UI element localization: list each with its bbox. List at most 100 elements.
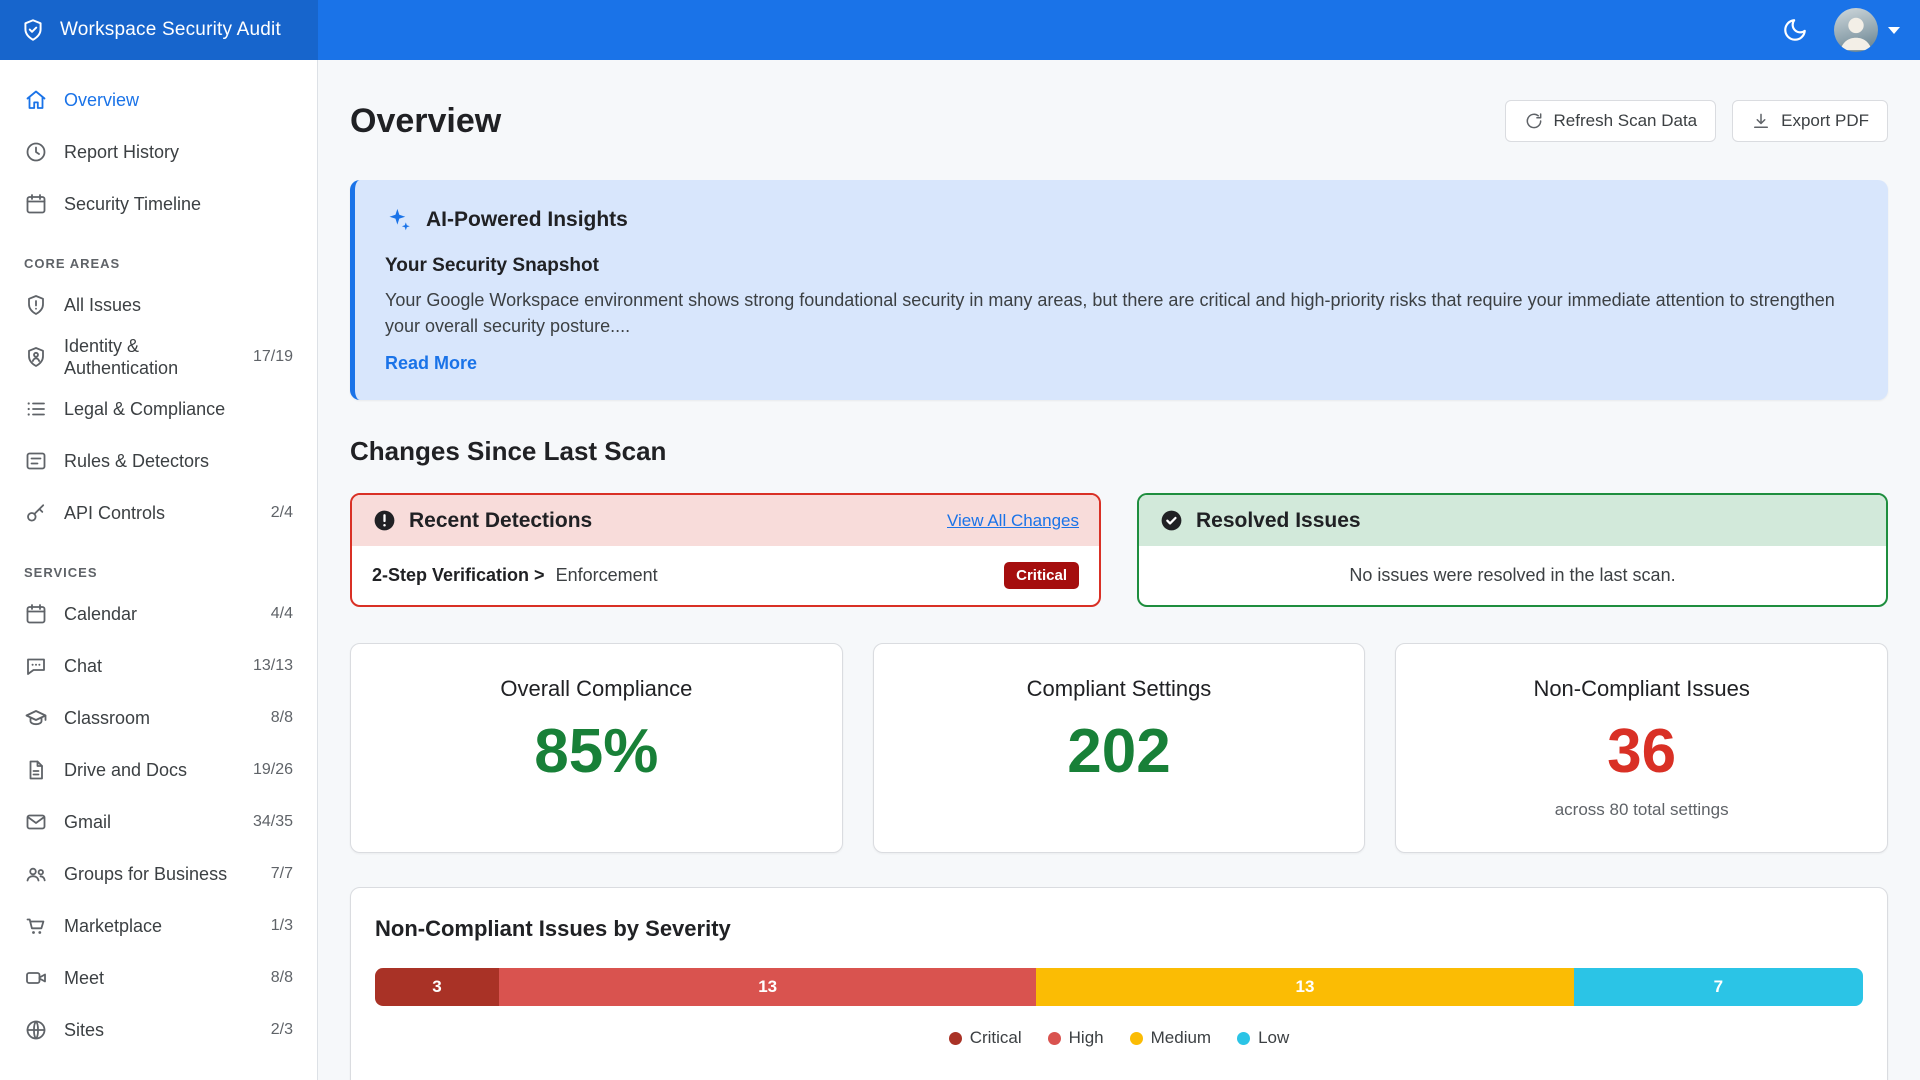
sidebar-item-gmail[interactable]: Gmail 34/35: [0, 796, 317, 848]
severity-segment-critical: 3: [375, 968, 499, 1006]
sidebar-item-label: Legal & Compliance: [64, 398, 293, 421]
app-brand: Workspace Security Audit: [0, 0, 318, 60]
page-title: Overview: [350, 102, 501, 141]
export-pdf-button[interactable]: Export PDF: [1732, 100, 1888, 142]
user-menu[interactable]: [1834, 8, 1900, 52]
sidebar-item-calendar[interactable]: Calendar 4/4: [0, 588, 317, 640]
main-content: Overview Refresh Scan Data Export PDF AI…: [318, 60, 1920, 1080]
view-all-changes-link[interactable]: View All Changes: [947, 511, 1079, 531]
legend-dot-low: [1237, 1032, 1250, 1045]
app-header: Workspace Security Audit: [0, 0, 1920, 60]
sidebar-item-legal-compliance[interactable]: Legal & Compliance: [0, 383, 317, 435]
avatar[interactable]: [1834, 8, 1878, 52]
legend-item-low: Low: [1237, 1028, 1289, 1048]
envelope-icon: [24, 810, 48, 834]
shopping-cart-icon: [24, 914, 48, 938]
read-more-link[interactable]: Read More: [385, 353, 477, 374]
stat-title: Compliant Settings: [898, 676, 1341, 702]
sidebar-item-label: Groups for Business: [64, 863, 255, 886]
home-icon: [24, 88, 48, 112]
sidebar-item-label: Gmail: [64, 811, 237, 834]
chat-bubble-icon: [24, 654, 48, 678]
critical-severity-badge: Critical: [1004, 562, 1079, 589]
legend-item-medium: Medium: [1130, 1028, 1211, 1048]
sidebar-item-count: 8/8: [271, 969, 293, 987]
clock-icon: [24, 140, 48, 164]
sidebar-item-api-controls[interactable]: API Controls 2/4: [0, 487, 317, 539]
detection-row[interactable]: 2-Step Verification > Enforcement Critic…: [352, 546, 1099, 605]
resolved-issues-title: Resolved Issues: [1196, 509, 1361, 533]
sidebar-item-all-issues[interactable]: All Issues: [0, 279, 317, 331]
sidebar-item-groups[interactable]: Groups for Business 7/7: [0, 848, 317, 900]
list-icon: [24, 397, 48, 421]
export-pdf-label: Export PDF: [1781, 111, 1869, 131]
app-title: Workspace Security Audit: [60, 19, 281, 41]
calendar-icon: [24, 192, 48, 216]
sidebar-item-count: 1/3: [271, 917, 293, 935]
detection-setting: 2-Step Verification >: [372, 565, 545, 585]
sparkle-icon: [385, 206, 412, 233]
sidebar-item-label: Sites: [64, 1019, 255, 1042]
sidebar-item-count: 13/13: [253, 657, 293, 675]
shield-logo-icon: [20, 17, 46, 43]
sidebar-item-drive-docs[interactable]: Drive and Docs 19/26: [0, 744, 317, 796]
header-right: [1782, 0, 1920, 60]
legend-dot-critical: [949, 1032, 962, 1045]
sidebar: Overview Report History Security Timelin…: [0, 60, 318, 1080]
ai-insights-card: AI-Powered Insights Your Security Snapsh…: [350, 180, 1888, 400]
ai-insights-body: Your Google Workspace environment shows …: [385, 287, 1858, 339]
resolved-issues-header: Resolved Issues: [1139, 495, 1886, 546]
sidebar-item-label: Report History: [64, 141, 293, 164]
rules-card-icon: [24, 449, 48, 473]
sidebar-section-core-areas: CORE AREAS: [24, 256, 293, 271]
header-spacer: [318, 0, 1782, 60]
sidebar-item-rules-detectors[interactable]: Rules & Detectors: [0, 435, 317, 487]
sidebar-item-overview[interactable]: Overview: [0, 74, 317, 126]
severity-chart-card: Non-Compliant Issues by Severity 313137 …: [350, 887, 1888, 1080]
sidebar-item-chat[interactable]: Chat 13/13: [0, 640, 317, 692]
recent-detections-header: Recent Detections View All Changes: [352, 495, 1099, 546]
ai-insights-header: AI-Powered Insights: [385, 206, 1858, 233]
recent-detections-title: Recent Detections: [409, 509, 592, 533]
sidebar-item-report-history[interactable]: Report History: [0, 126, 317, 178]
ai-insights-title: AI-Powered Insights: [426, 208, 628, 232]
document-icon: [24, 758, 48, 782]
severity-segment-low: 7: [1574, 968, 1863, 1006]
sidebar-item-identity-authentication[interactable]: Identity & Authentication 17/19: [0, 331, 317, 383]
stat-card-overall-compliance: Overall Compliance 85%: [350, 643, 843, 853]
sidebar-item-sites[interactable]: Sites 2/3: [0, 1004, 317, 1056]
changes-row: Recent Detections View All Changes 2-Ste…: [350, 493, 1888, 607]
sidebar-item-count: 4/4: [271, 605, 293, 623]
sidebar-item-security-timeline[interactable]: Security Timeline: [0, 178, 317, 230]
sidebar-item-meet[interactable]: Meet 8/8: [0, 952, 317, 1004]
severity-segment-medium: 13: [1036, 968, 1573, 1006]
page-actions: Refresh Scan Data Export PDF: [1505, 100, 1889, 142]
sidebar-item-label: API Controls: [64, 502, 255, 525]
dark-mode-toggle[interactable]: [1782, 17, 1808, 43]
refresh-scan-label: Refresh Scan Data: [1554, 111, 1698, 131]
sidebar-item-label: Overview: [64, 89, 293, 112]
moon-icon: [1782, 17, 1808, 43]
sidebar-item-count: 2/3: [271, 1021, 293, 1039]
sidebar-item-count: 34/35: [253, 813, 293, 831]
stat-card-non-compliant-issues: Non-Compliant Issues 36 across 80 total …: [1395, 643, 1888, 853]
graduation-cap-icon: [24, 706, 48, 730]
sidebar-section-services: SERVICES: [24, 565, 293, 580]
sidebar-item-count: 8/8: [271, 709, 293, 727]
alert-circle-icon: [372, 508, 397, 533]
chevron-down-icon[interactable]: [1888, 27, 1900, 34]
severity-bar: 313137: [375, 968, 1863, 1006]
sidebar-item-label: All Issues: [64, 294, 293, 317]
refresh-scan-button[interactable]: Refresh Scan Data: [1505, 100, 1717, 142]
sidebar-item-marketplace[interactable]: Marketplace 1/3: [0, 900, 317, 952]
stat-value: 36: [1420, 718, 1863, 786]
sidebar-item-label: Calendar: [64, 603, 255, 626]
sidebar-item-count: 19/26: [253, 761, 293, 779]
stat-title: Overall Compliance: [375, 676, 818, 702]
severity-chart-title: Non-Compliant Issues by Severity: [375, 916, 1863, 942]
sidebar-item-classroom[interactable]: Classroom 8/8: [0, 692, 317, 744]
recent-detections-card: Recent Detections View All Changes 2-Ste…: [350, 493, 1101, 607]
calendar-icon: [24, 602, 48, 626]
stat-title: Non-Compliant Issues: [1420, 676, 1863, 702]
sidebar-item-count: 17/19: [253, 348, 293, 366]
